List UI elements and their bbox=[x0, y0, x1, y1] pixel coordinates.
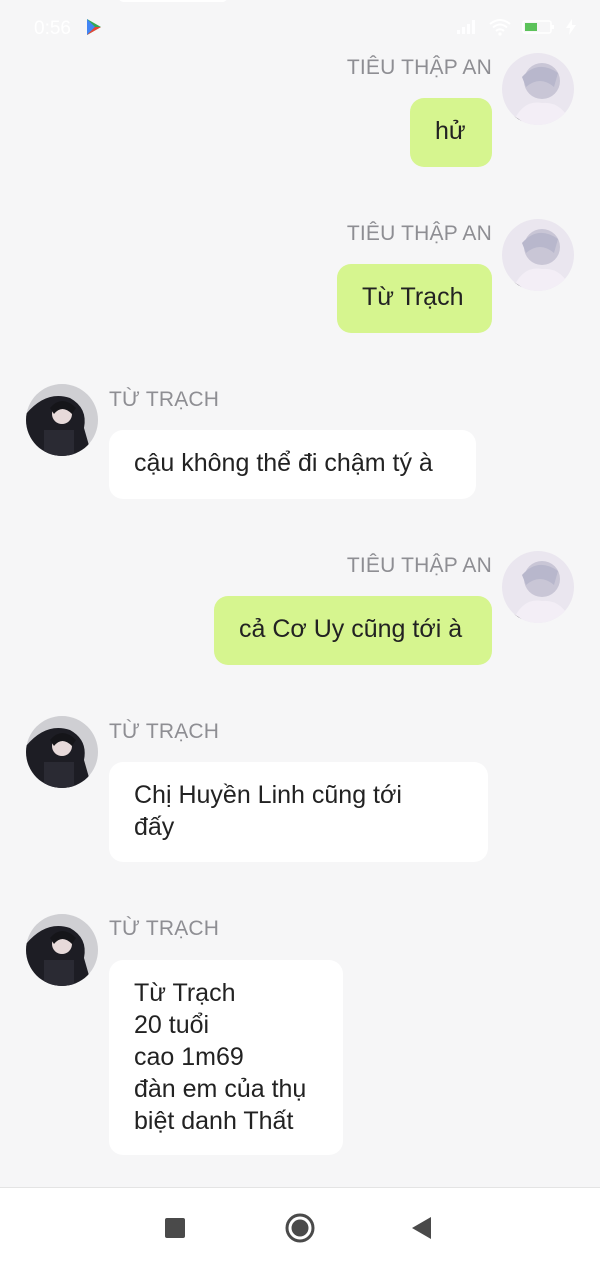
play-store-icon bbox=[86, 18, 102, 36]
sender-name: TỪ TRẠCH bbox=[109, 388, 220, 411]
back-triangle-icon[interactable] bbox=[411, 1216, 433, 1245]
avatar[interactable] bbox=[502, 551, 574, 623]
navigation-bar bbox=[0, 1187, 600, 1268]
status-time: 0:56 bbox=[34, 18, 71, 39]
status-bar: 0:56 bbox=[0, 0, 600, 58]
message-bubble[interactable]: Chị Huyền Linh cũng tới đấy bbox=[109, 762, 488, 862]
avatar[interactable] bbox=[26, 716, 98, 788]
avatar[interactable] bbox=[502, 53, 574, 125]
message-bubble[interactable]: cả Cơ Uy cũng tới à bbox=[214, 596, 492, 665]
sender-name: TỪ TRẠCH bbox=[109, 720, 220, 743]
recents-square-icon[interactable] bbox=[164, 1217, 186, 1244]
sender-name: TIÊU THẬP AN bbox=[346, 222, 492, 245]
signal-icon bbox=[456, 19, 478, 40]
message-bubble[interactable]: hử bbox=[410, 98, 492, 167]
message-bubble[interactable]: cậu không thể đi chậm tý à bbox=[109, 430, 476, 499]
avatar[interactable] bbox=[26, 914, 98, 986]
avatar[interactable] bbox=[502, 219, 574, 291]
message-bubble[interactable]: Từ Trạch bbox=[337, 264, 492, 333]
home-circle-icon[interactable] bbox=[285, 1213, 315, 1248]
charging-icon bbox=[566, 19, 576, 40]
sender-name: TỪ TRẠCH bbox=[109, 917, 220, 940]
message-bubble[interactable]: Từ Trạch 20 tuổi cao 1m69 đàn em của thụ… bbox=[109, 960, 343, 1155]
sender-name: TIÊU THẬP AN bbox=[346, 554, 492, 577]
avatar[interactable] bbox=[26, 384, 98, 456]
wifi-icon bbox=[488, 18, 512, 41]
sender-name: TIÊU THẬP AN bbox=[346, 56, 492, 79]
battery-icon bbox=[522, 19, 556, 40]
